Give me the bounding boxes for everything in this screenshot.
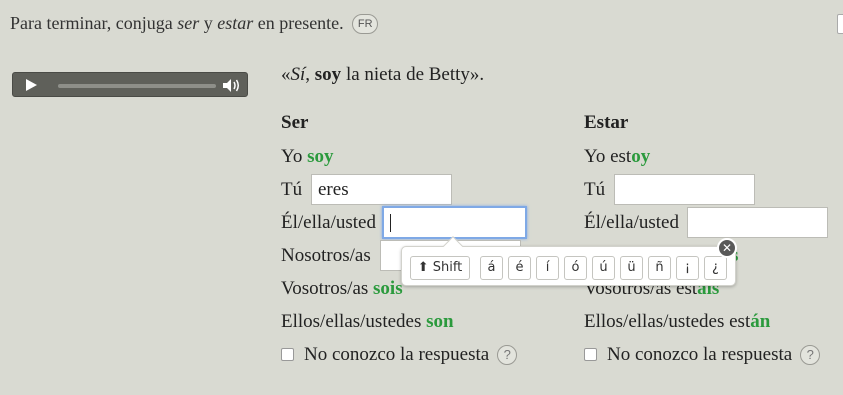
verb-estar: estar (217, 13, 254, 33)
estar-unknown-option[interactable]: No conozco la respuesta? (584, 344, 821, 366)
estar-row-yo: Yo estoy (584, 146, 651, 167)
help-icon[interactable]: ? (800, 345, 821, 365)
ser-row-yo: Yo soy (281, 146, 334, 167)
estar-row-el-label: Él/ella/usted (584, 212, 679, 233)
key-n-tilde[interactable]: ñ (648, 256, 671, 280)
key-o-acute[interactable]: ó (564, 256, 587, 280)
key-u-diaeresis[interactable]: ü (620, 256, 643, 280)
help-icon[interactable]: ? (497, 345, 518, 365)
ser-row-vosotros: Vosotros/as sois (281, 278, 403, 299)
ser-row-ellos: Ellos/ellas/ustedes son (281, 311, 454, 332)
key-u-acute[interactable]: ú (592, 256, 615, 280)
text-caret (390, 214, 391, 232)
ser-column-title: Ser (281, 112, 309, 133)
verb-ser: ser (177, 13, 200, 33)
ser-unknown-option[interactable]: No conozco la respuesta? (281, 344, 518, 366)
example-sentence: «Sí, soy la nieta de Betty». (281, 64, 485, 85)
key-inverted-question[interactable]: ¿ (704, 256, 727, 280)
estar-tu-input[interactable] (614, 174, 755, 205)
ser-row-el-label: Él/ella/usted (281, 212, 376, 233)
close-icon[interactable]: ✕ (717, 238, 737, 258)
estar-row-ellos: Ellos/ellas/ustedes están (584, 311, 771, 332)
estar-row-tu-label: Tú (584, 179, 606, 200)
audio-player (12, 72, 248, 97)
estar-unknown-checkbox[interactable] (584, 348, 597, 361)
shift-icon: ⬆ (417, 260, 429, 275)
volume-icon[interactable] (221, 77, 241, 94)
ser-row-tu-label: Tú (281, 179, 303, 200)
ser-el-input[interactable] (382, 206, 527, 239)
translate-fr-button[interactable]: FR (352, 14, 379, 34)
ser-unknown-checkbox[interactable] (281, 348, 294, 361)
audio-progress-bar[interactable] (58, 84, 216, 88)
key-a-acute[interactable]: á (480, 256, 503, 280)
ser-tu-input[interactable]: eres (311, 174, 452, 205)
play-icon[interactable] (26, 79, 37, 91)
accent-keyboard-popup: ⬆ Shift á é í ó ú ü ñ ¡ ¿ ✕ (401, 236, 737, 286)
estar-el-input[interactable] (687, 207, 828, 238)
key-i-acute[interactable]: í (536, 256, 559, 280)
estar-column-title: Estar (584, 112, 629, 133)
shift-key[interactable]: ⬆ Shift (410, 256, 470, 280)
key-e-acute[interactable]: é (508, 256, 531, 280)
ser-row-nosotros-label: Nosotros/as (281, 245, 371, 266)
key-inverted-exclamation[interactable]: ¡ (676, 256, 699, 280)
instruction-text: Para terminar, conjuga ser y estar en pr… (10, 13, 379, 34)
side-panel-toggle[interactable] (837, 14, 843, 34)
